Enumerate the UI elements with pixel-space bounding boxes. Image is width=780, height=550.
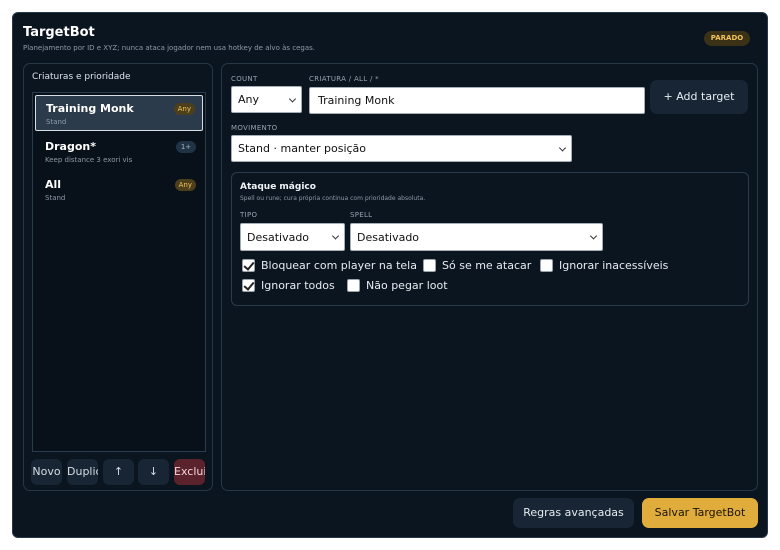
add-target-button[interactable]: + Add target <box>650 80 748 114</box>
count-badge: Any <box>173 103 195 115</box>
checkbox-icon[interactable] <box>540 259 553 272</box>
move-down-button[interactable]: ↓ <box>138 459 169 485</box>
creature-sub: Keep distance 3 exori vis <box>45 156 133 164</box>
move-up-button[interactable]: ↑ <box>103 459 134 485</box>
magic-subtitle: Spell ou rune; cura própria continua com… <box>240 195 426 202</box>
delete-button[interactable]: Excluir <box>174 459 205 485</box>
targetbot-window: TargetBot Planejamento por ID e XYZ; nun… <box>12 12 768 538</box>
type-select[interactable]: Desativado <box>240 223 345 251</box>
creature-input-value: Training Monk <box>318 94 395 107</box>
chevron-down-icon <box>331 232 340 240</box>
movement-select[interactable]: Stand · manter posição <box>231 135 572 162</box>
creature-label: CRIATURA / ALL / * <box>309 75 379 83</box>
creature-panel: Criaturas e prioridade Training Monk Sta… <box>23 63 213 491</box>
count-badge: Any <box>174 179 196 191</box>
list-item[interactable]: All Stand Any <box>35 172 203 208</box>
checkbox-label: Ignorar inacessíveis <box>559 259 669 272</box>
type-label: TIPO <box>240 211 258 219</box>
count-badge: 1+ <box>176 141 196 153</box>
creature-name: Dragon* <box>45 140 96 153</box>
count-label: COUNT <box>231 75 258 83</box>
only-if-attacked-checkbox[interactable]: Só se me atacar <box>423 259 531 272</box>
spell-label: SPELL <box>350 211 373 219</box>
no-loot-checkbox[interactable]: Não pegar loot <box>347 279 448 292</box>
creature-input[interactable]: Training Monk <box>309 87 645 114</box>
checkbox-label: Bloquear com player na tela <box>261 259 417 272</box>
creature-panel-title: Criaturas e prioridade <box>32 72 131 82</box>
spell-value: Desativado <box>357 230 420 244</box>
block-player-checkbox[interactable]: Bloquear com player na tela <box>242 259 417 272</box>
checkbox-icon[interactable] <box>242 279 255 292</box>
creature-list: Training Monk Stand Any Dragon* Keep dis… <box>32 92 206 452</box>
advanced-rules-button[interactable]: Regras avançadas <box>513 498 634 528</box>
creature-name: Training Monk <box>46 102 134 115</box>
target-editor: COUNT Any CRIATURA / ALL / * Training Mo… <box>221 63 758 491</box>
list-item[interactable]: Training Monk Stand Any <box>35 95 203 131</box>
count-value: Any <box>238 93 260 106</box>
save-targetbot-button[interactable]: Salvar TargetBot <box>642 498 758 528</box>
checkbox-icon[interactable] <box>347 279 360 292</box>
checkbox-icon[interactable] <box>242 259 255 272</box>
checkbox-label: Só se me atacar <box>442 259 532 272</box>
ignore-all-checkbox[interactable]: Ignorar todos <box>242 279 335 292</box>
chevron-down-icon <box>558 143 567 152</box>
list-item[interactable]: Dragon* Keep distance 3 exori vis 1+ <box>35 134 203 170</box>
count-select[interactable]: Any <box>231 86 302 113</box>
creature-sub: Stand <box>45 194 66 202</box>
app-title: TargetBot <box>23 25 95 40</box>
checkbox-label: Não pegar loot <box>366 279 448 292</box>
app-subtitle: Planejamento por ID e XYZ; nunca ataca j… <box>23 44 315 52</box>
checkbox-icon[interactable] <box>423 259 436 272</box>
duplicate-button[interactable]: Duplicar <box>67 459 98 485</box>
new-button[interactable]: Novo <box>31 459 62 485</box>
chevron-down-icon <box>288 94 297 103</box>
creature-sub: Stand <box>46 118 67 126</box>
chevron-down-icon <box>589 232 598 240</box>
status-badge: PARADO <box>704 31 750 46</box>
movement-label: MOVIMENTO <box>231 124 278 132</box>
spell-select[interactable]: Desativado <box>350 223 603 251</box>
creature-name: All <box>45 178 62 191</box>
type-value: Desativado <box>247 230 310 244</box>
movement-value: Stand · manter posição <box>238 142 367 155</box>
magic-attack-section: Ataque mágico Spell ou rune; cura própri… <box>231 172 749 306</box>
checkbox-label: Ignorar todos <box>261 279 335 292</box>
magic-title: Ataque mágico <box>240 182 316 192</box>
ignore-unreachable-checkbox[interactable]: Ignorar inacessíveis <box>540 259 668 272</box>
